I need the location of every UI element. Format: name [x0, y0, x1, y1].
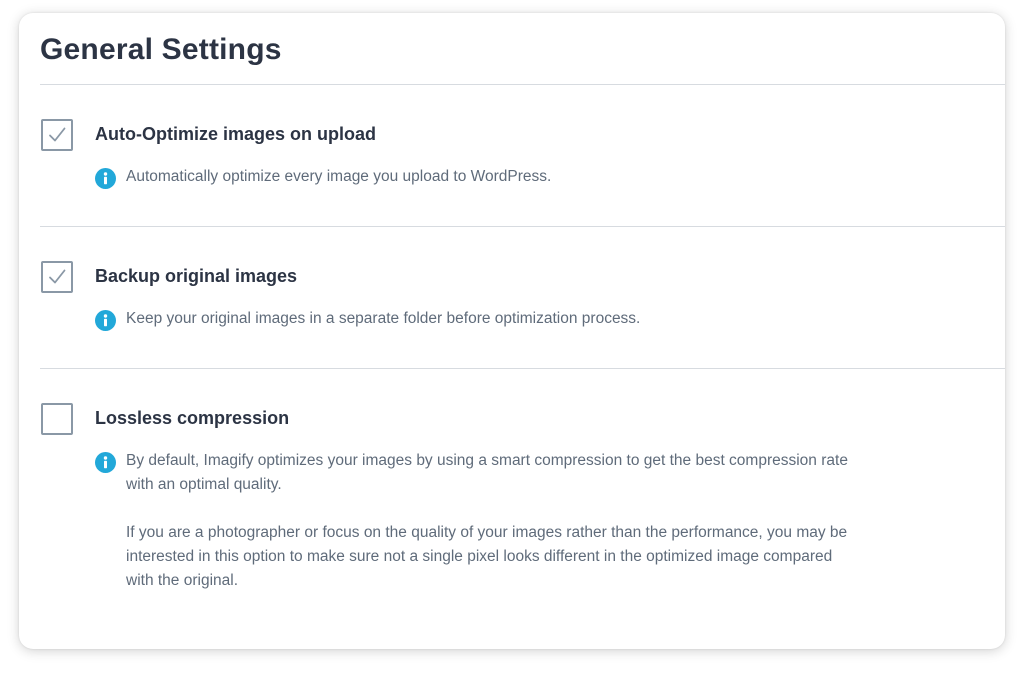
- backup-checkbox[interactable]: [41, 261, 73, 293]
- setting-label[interactable]: Lossless compression: [95, 408, 289, 429]
- setting-description: Automatically optimize every image you u…: [126, 165, 856, 189]
- description-text: Automatically optimize every image you u…: [126, 168, 552, 185]
- setting-label[interactable]: Auto-Optimize images on upload: [95, 124, 376, 145]
- description-text: Keep your original images in a separate …: [126, 310, 641, 327]
- checkmark-icon: [49, 127, 66, 142]
- title-divider: [40, 84, 1005, 85]
- setting-description: By default, Imagify optimizes your image…: [126, 449, 856, 593]
- checkmark-icon: [49, 269, 66, 284]
- info-icon: [95, 310, 116, 331]
- info-icon: [95, 168, 116, 189]
- section-divider: [40, 368, 1005, 369]
- page-title: General Settings: [40, 33, 282, 66]
- section-divider: [40, 226, 1005, 227]
- setting-label[interactable]: Backup original images: [95, 266, 297, 287]
- auto-optimize-checkbox[interactable]: [41, 119, 73, 151]
- description-text: If you are a photographer or focus on th…: [126, 524, 848, 589]
- settings-card: General Settings Auto-Optimize images on…: [19, 13, 1005, 649]
- setting-description: Keep your original images in a separate …: [126, 307, 856, 331]
- lossless-checkbox[interactable]: [41, 403, 73, 435]
- info-icon: [95, 452, 116, 473]
- description-text: By default, Imagify optimizes your image…: [126, 452, 848, 493]
